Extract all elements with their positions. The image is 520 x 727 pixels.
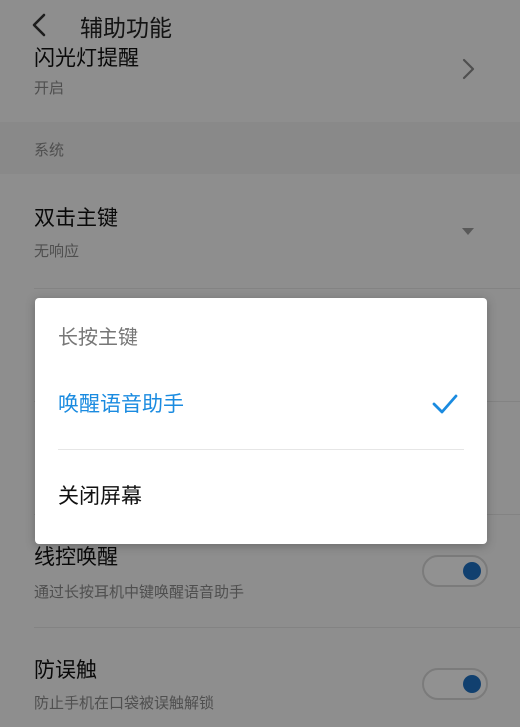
dialog-title: 长按主键 [58,325,138,349]
option-wake-voice-assistant[interactable]: 唤醒语音助手 [35,374,487,434]
option-label: 关闭屏幕 [58,484,142,508]
dialog-divider [58,449,464,450]
accessibility-settings-screen: 辅助功能 闪光灯提醒 开启 系统 双击主键 无响应 线控唤醒 通过长按耳机中键唤… [0,0,520,727]
long-press-dialog: 长按主键 唤醒语音助手 关闭屏幕 [35,298,487,544]
option-label: 唤醒语音助手 [58,392,184,416]
option-turn-off-screen[interactable]: 关闭屏幕 [35,466,487,526]
check-icon [432,394,458,414]
